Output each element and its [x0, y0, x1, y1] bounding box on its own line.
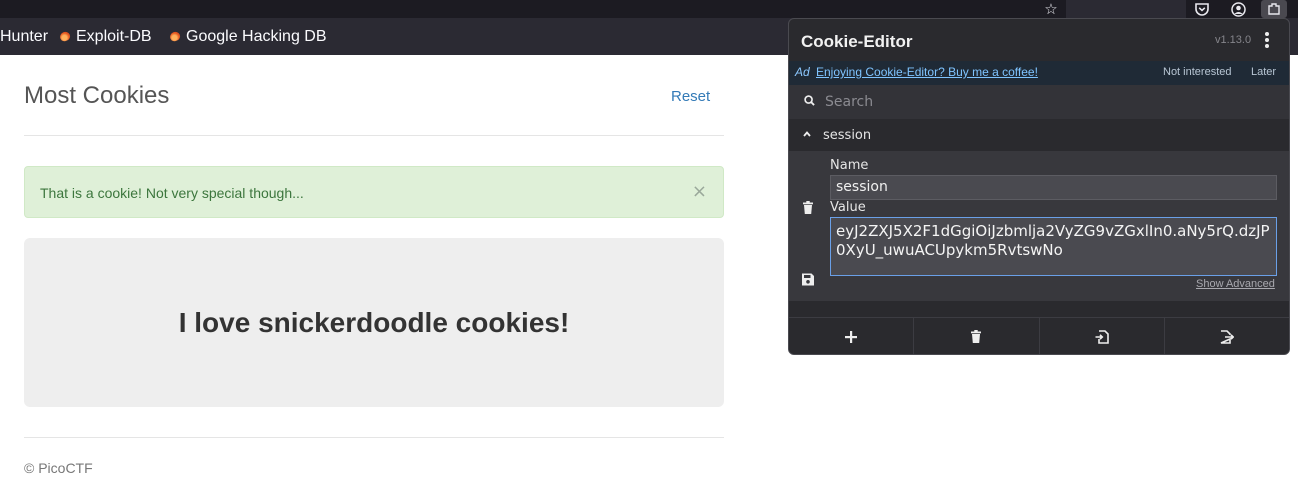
- import-button[interactable]: [1040, 318, 1165, 354]
- bookmark-label: Exploit-DB: [76, 27, 152, 45]
- delete-all-button[interactable]: [914, 318, 1040, 354]
- bookmark-exploit-db[interactable]: Exploit-DB: [58, 18, 152, 55]
- menu-icon[interactable]: [1262, 31, 1272, 49]
- export-icon: [1220, 329, 1234, 344]
- name-label: Name: [830, 158, 869, 173]
- value-label: Value: [830, 200, 866, 215]
- not-interested-button[interactable]: Not interested: [1163, 66, 1231, 78]
- search-bar: [789, 85, 1289, 119]
- cookie-name-label: session: [823, 128, 872, 143]
- star-icon[interactable]: ☆: [1038, 0, 1064, 18]
- alert-message: That is a cookie! Not very special thoug…: [40, 185, 304, 201]
- reset-link[interactable]: Reset: [671, 88, 710, 105]
- pocket-icon[interactable]: [1189, 0, 1215, 18]
- header-divider: [24, 135, 724, 136]
- ad-banner: Ad Enjoying Cookie-Editor? Buy me a coff…: [789, 61, 1289, 85]
- cookie-headline: I love snickerdoodle cookies!: [178, 306, 570, 338]
- flame-icon: [168, 30, 182, 43]
- bookmark-label: Hunter: [0, 27, 49, 45]
- export-button[interactable]: [1165, 318, 1289, 354]
- url-bar[interactable]: [1066, 0, 1186, 18]
- page-footer: © PicoCTF: [24, 460, 93, 476]
- page-title: Most Cookies: [24, 82, 170, 109]
- browser-toolbar: ☆: [0, 0, 1298, 18]
- delete-icon[interactable]: [802, 201, 814, 214]
- version-label: v1.13.0: [1215, 34, 1252, 46]
- close-icon[interactable]: ×: [692, 183, 707, 201]
- ad-tag: Ad: [795, 65, 810, 79]
- value-field[interactable]: eyJ2ZXJ5X2F1dGgiOiJzbmlja2VyZG9vZGxlIn0.…: [830, 217, 1277, 276]
- flame-icon: [58, 30, 72, 43]
- cookie-header-session[interactable]: session: [789, 119, 1289, 151]
- success-alert: That is a cookie! Not very special thoug…: [24, 166, 724, 218]
- bookmark-hunter[interactable]: Hunter: [0, 18, 48, 55]
- delete-all-icon: [971, 330, 982, 343]
- name-field[interactable]: session: [830, 175, 1277, 200]
- search-input[interactable]: [825, 90, 1265, 114]
- extensions-icon[interactable]: [1261, 0, 1287, 18]
- popup-title: Cookie-Editor: [801, 32, 913, 51]
- add-cookie-button[interactable]: [789, 318, 915, 354]
- cookie-details: Name session Value eyJ2ZXJ5X2F1dGgiOiJzb…: [789, 151, 1289, 301]
- account-icon[interactable]: [1225, 0, 1251, 18]
- later-button[interactable]: Later: [1251, 66, 1276, 78]
- bookmark-label: Google Hacking DB: [186, 27, 327, 45]
- chevron-up-icon: [803, 131, 811, 137]
- show-advanced-link[interactable]: Show Advanced: [1196, 278, 1275, 290]
- jumbotron: I love snickerdoodle cookies!: [24, 238, 724, 407]
- save-icon[interactable]: [802, 273, 814, 286]
- bookmark-google-hacking-db[interactable]: Google Hacking DB: [168, 18, 327, 55]
- popup-footer-toolbar: [789, 317, 1289, 354]
- cookie-editor-popup: Cookie-Editor v1.13.0 Ad Enjoying Cookie…: [788, 18, 1290, 355]
- search-icon: [804, 95, 815, 106]
- ad-link[interactable]: Enjoying Cookie-Editor? Buy me a coffee!: [816, 65, 1038, 79]
- add-icon: [845, 330, 858, 343]
- import-icon: [1095, 329, 1109, 344]
- footer-divider: [24, 437, 724, 438]
